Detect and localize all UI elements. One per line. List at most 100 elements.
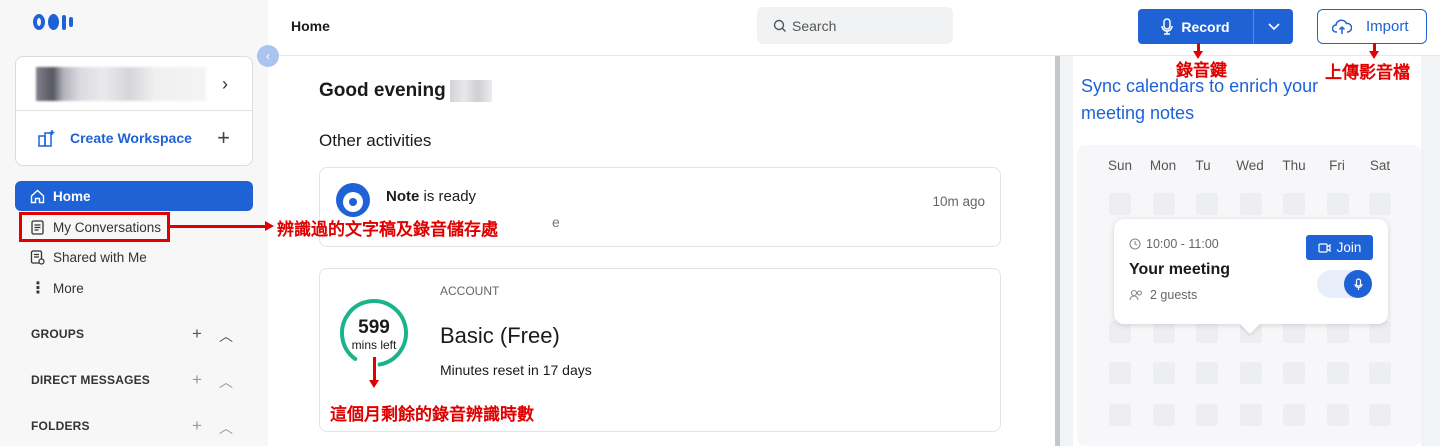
workspace-icon — [38, 130, 55, 147]
calendar-slot — [1153, 362, 1175, 384]
panel-scrollbar[interactable] — [1055, 56, 1060, 446]
calendar-slot — [1196, 321, 1218, 343]
calendar-day-thu: Thu — [1282, 158, 1306, 173]
record-annotation: 錄音鍵 — [1176, 61, 1227, 81]
search-placeholder: Search — [792, 17, 837, 34]
calendar-slot — [1153, 193, 1175, 215]
shared-icon — [30, 249, 45, 265]
calendar-slot — [1369, 404, 1391, 426]
meeting-guests: 2 guests — [1129, 288, 1197, 302]
create-workspace-button[interactable]: Create Workspace + — [16, 111, 252, 165]
search-icon — [773, 19, 786, 32]
section-direct-messages: DIRECT MESSAGES — [31, 373, 151, 387]
greeting-text: Good evening — [319, 80, 446, 101]
activity-time: 10m ago — [932, 194, 985, 209]
guests-icon — [1129, 289, 1143, 301]
chevron-up-icon[interactable]: ︿ — [219, 326, 233, 346]
sidebar-item-more[interactable]: ⋮ More — [15, 273, 253, 303]
calendar-day-tu: Tu — [1195, 158, 1211, 173]
conversations-annotation-arrow — [170, 221, 274, 231]
calendar-slot — [1327, 193, 1349, 215]
calendar-day-sat: Sat — [1369, 158, 1391, 173]
calendar-slot — [1240, 193, 1262, 215]
create-workspace-label: Create Workspace — [70, 130, 192, 146]
record-annotation-arrow — [1193, 43, 1203, 59]
record-main[interactable]: Record — [1138, 9, 1254, 44]
record-label: Record — [1181, 18, 1230, 35]
meeting-time-text: 10:00 - 11:00 — [1146, 237, 1219, 251]
import-annotation-arrow — [1369, 43, 1379, 59]
sidebar-item-label: Home — [53, 188, 91, 204]
import-label: Import — [1366, 18, 1409, 35]
folders-controls: + ︿ — [192, 416, 233, 438]
minutes-annotation: 這個月剩餘的錄音辨識時數 — [330, 405, 534, 425]
direct-messages-controls: + ︿ — [192, 370, 233, 392]
join-label: Join — [1336, 240, 1362, 255]
otter-assistant-toggle[interactable] — [1317, 270, 1372, 298]
sidebar-item-home[interactable]: Home — [15, 181, 253, 211]
calendar-day-wed: Wed — [1236, 158, 1264, 173]
plus-icon[interactable]: + — [192, 416, 202, 438]
calendar-slot — [1283, 404, 1305, 426]
meeting-time: 10:00 - 11:00 — [1129, 237, 1219, 251]
otter-logo[interactable] — [33, 14, 73, 30]
microphone-icon — [1353, 277, 1363, 290]
chevron-up-icon[interactable]: ︿ — [219, 418, 233, 438]
other-activities-heading: Other activities — [319, 131, 432, 150]
minutes-reset-text: Minutes reset in 17 days — [440, 362, 592, 378]
video-icon — [1318, 242, 1331, 253]
more-vertical-icon: ⋮ — [30, 280, 46, 297]
conversations-annotation: 辨識過的文字稿及錄音儲存處 — [277, 220, 498, 240]
plus-icon[interactable]: + — [192, 324, 202, 346]
calendar-slot — [1109, 193, 1131, 215]
join-button[interactable]: Join — [1306, 235, 1373, 260]
chevron-left-icon: ‹ — [266, 49, 270, 63]
section-folders: FOLDERS — [31, 419, 90, 433]
calendar-slot — [1109, 404, 1131, 426]
groups-controls: + ︿ — [192, 324, 233, 346]
calendar-slot — [1196, 362, 1218, 384]
meeting-title: Your meeting — [1129, 261, 1231, 278]
chevron-right-icon[interactable]: › — [222, 74, 228, 95]
record-button[interactable]: Record — [1138, 9, 1293, 44]
calendar-slot — [1327, 362, 1349, 384]
calendar-slot — [1153, 321, 1175, 343]
workspace-switcher[interactable]: › — [16, 57, 252, 111]
chevron-up-icon[interactable]: ︿ — [219, 372, 233, 392]
page-title: Home — [291, 18, 330, 34]
import-button[interactable]: Import — [1317, 9, 1427, 44]
minutes-left-caption: mins left — [351, 338, 397, 352]
calendar-slot — [1369, 193, 1391, 215]
calendar-day-sun: Sun — [1107, 158, 1133, 173]
otter-avatar — [336, 183, 370, 217]
activity-title-rest: is ready — [419, 188, 477, 205]
calendar-slot — [1196, 193, 1218, 215]
sidebar-item-shared-with-me[interactable]: Shared with Me — [15, 242, 253, 272]
plan-name: Basic (Free) — [440, 323, 560, 348]
calendar-slot — [1369, 362, 1391, 384]
workspace-name-redacted — [36, 67, 206, 101]
calendar-slot — [1283, 321, 1305, 343]
record-dropdown[interactable] — [1254, 9, 1293, 44]
calendar-day-fri: Fri — [1329, 158, 1345, 173]
meeting-card[interactable]: 10:00 - 11:00 Your meeting 2 guests Join — [1114, 219, 1388, 334]
search-input[interactable]: Search — [757, 7, 953, 44]
calendar-slot — [1283, 193, 1305, 215]
activity-title: Note is ready — [386, 188, 476, 205]
collapse-sidebar-button[interactable]: ‹ — [257, 45, 279, 67]
plus-icon[interactable]: + — [192, 370, 202, 392]
greeting: Good evening — [319, 80, 492, 102]
section-groups: GROUPS — [31, 327, 85, 341]
plus-icon[interactable]: + — [217, 125, 230, 151]
workspace-card: › Create Workspace + — [15, 56, 253, 166]
calendar-slot — [1327, 404, 1349, 426]
calendar-slot — [1240, 404, 1262, 426]
sidebar-item-label: More — [53, 280, 84, 296]
sidebar-item-label: Shared with Me — [53, 249, 147, 265]
calendar-slot — [1153, 404, 1175, 426]
home-icon — [30, 189, 45, 203]
calendar-slot — [1196, 404, 1218, 426]
microphone-icon — [1161, 18, 1174, 35]
calendar-day-mon: Mon — [1149, 158, 1177, 173]
conversations-highlight-box — [19, 212, 170, 242]
